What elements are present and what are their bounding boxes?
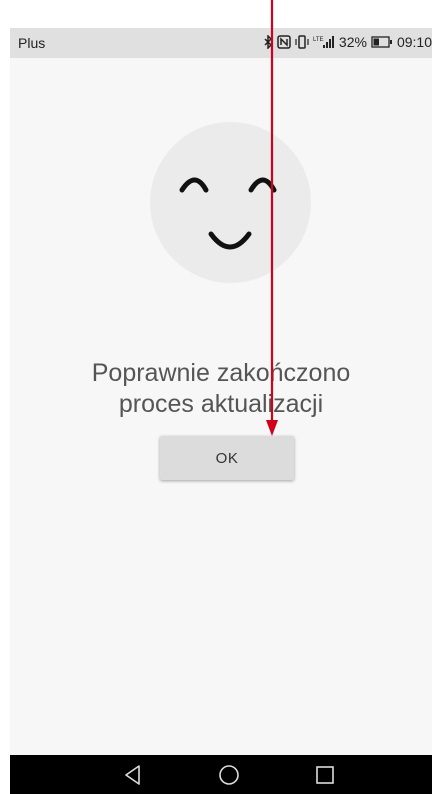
network-type: LTE [313,37,324,43]
update-complete-message: Poprawnie zakończono proces aktualizacji [10,358,432,420]
home-icon[interactable] [216,762,242,788]
message-line-1: Poprawnie zakończono [91,359,351,387]
clock: 09:10 [396,34,432,50]
back-icon[interactable] [120,762,146,788]
ok-button[interactable]: OK [160,436,294,480]
smiley-face-icon [150,122,311,283]
recents-icon[interactable] [312,762,338,788]
status-bar: Plus LTE 32% 09:10 [10,28,432,58]
status-icons: LTE 32% 09:10 [263,34,432,50]
bluetooth-icon [263,35,273,49]
vibrate-icon [295,35,309,49]
navigation-bar [10,755,432,794]
message-line-2: proces aktualizacji [118,390,324,418]
carrier-name: Plus [18,35,46,51]
phone-screen: Plus LTE 32% 09:10 Poprawnie zakończono … [0,0,432,794]
app-screen: Plus LTE 32% 09:10 Poprawnie zakończono … [10,28,432,794]
signal-icon: LTE [313,35,335,49]
battery-percent: 32% [338,34,367,50]
battery-icon [371,36,393,48]
nfc-icon [277,35,291,49]
